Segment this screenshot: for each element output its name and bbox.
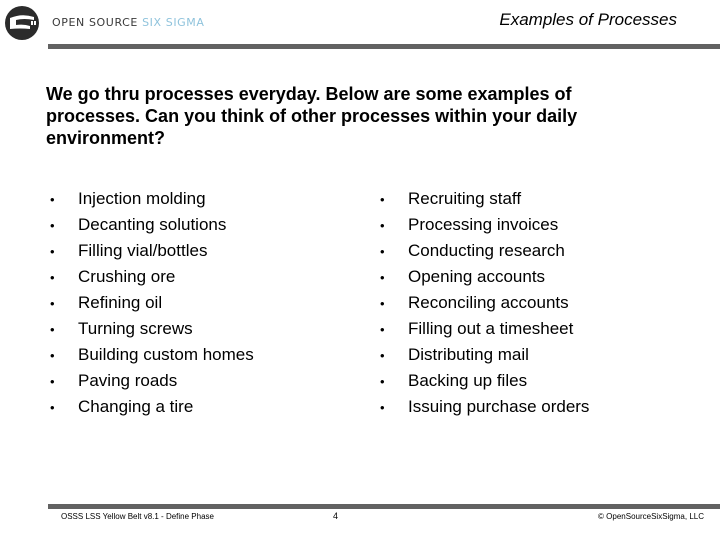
bullet-icon: • [380, 399, 385, 415]
list-item-text: Distributing mail [408, 345, 529, 364]
list-item-text: Recruiting staff [408, 189, 522, 208]
list-item-text: Filling out a timesheet [408, 319, 574, 338]
list-item: • Paving roads [50, 368, 254, 394]
list-item: • Changing a tire [50, 394, 254, 420]
bullet-icon: • [380, 347, 385, 363]
footer-copyright: © OpenSourceSixSigma, LLC [598, 512, 704, 521]
brand-name-part2: SIX SIGMA [142, 16, 205, 29]
list-item: • Issuing purchase orders [380, 394, 589, 420]
list-item: • Opening accounts [380, 264, 589, 290]
bullet-icon: • [380, 191, 385, 207]
bullet-icon: • [380, 295, 385, 311]
bullet-icon: • [380, 373, 385, 389]
bullet-icon: • [50, 295, 55, 311]
list-item-text: Refining oil [78, 293, 163, 312]
list-item-text: Issuing purchase orders [408, 397, 590, 416]
list-item-text: Filling vial/bottles [78, 241, 208, 260]
manufacturing-process-list: • Injection molding • Decanting solutions • F… [50, 186, 254, 420]
list-item: • Building custom homes [50, 342, 254, 368]
list-item-text: Paving roads [78, 371, 178, 390]
list-item: • Turning screws [50, 316, 254, 342]
list-item-text: Changing a tire [78, 397, 194, 416]
list-item: • Conducting research [380, 238, 589, 264]
footer-course-label: OSSS LSS Yellow Belt v8.1 - Define Phase [61, 512, 214, 521]
list-item: • Processing invoices [380, 212, 589, 238]
bullet-icon: • [380, 217, 385, 233]
list-item: • Filling out a timesheet [380, 316, 589, 342]
list-item-text: Processing invoices [408, 215, 559, 234]
bullet-icon: • [380, 243, 385, 259]
logo-icon [5, 6, 39, 40]
list-item: • Reconciling accounts [380, 290, 589, 316]
list-item: • Distributing mail [380, 342, 589, 368]
bullet-icon: • [50, 347, 55, 363]
header-divider [48, 44, 720, 49]
list-item: • Refining oil [50, 290, 254, 316]
bullet-icon: • [50, 191, 55, 207]
bullet-icon: • [380, 269, 385, 285]
list-item: • Injection molding [50, 186, 254, 212]
list-item-text: Crushing ore [78, 267, 176, 286]
bullet-icon: • [50, 373, 55, 389]
list-item-text: Turning screws [78, 319, 193, 338]
transactional-process-list: • Recruiting staff • Processing invoices • Co… [380, 186, 589, 420]
list-item-text: Backing up files [408, 371, 528, 390]
list-item-text: Building custom homes [78, 345, 254, 364]
list-item: • Backing up files [380, 368, 589, 394]
bullet-icon: • [50, 399, 55, 415]
list-item-text: Conducting research [408, 241, 565, 260]
list-item-text: Reconciling accounts [408, 293, 569, 312]
list-item: • Filling vial/bottles [50, 238, 254, 264]
bullet-icon: • [380, 321, 385, 337]
list-item-text: Injection molding [78, 189, 206, 208]
bullet-icon: • [50, 269, 55, 285]
list-item: • Decanting solutions [50, 212, 254, 238]
bullet-icon: • [50, 243, 55, 259]
footer-divider [48, 504, 720, 509]
intro-paragraph: We go thru processes everyday. Below are… [46, 84, 578, 148]
brand-name: OPEN SOURCE SIX SIGMA [52, 16, 205, 29]
slide-title: Examples of Processes [499, 10, 677, 29]
page-number: 4 [333, 511, 339, 521]
bullet-icon: • [50, 321, 55, 337]
list-item: • Crushing ore [50, 264, 254, 290]
bullet-icon: • [50, 217, 55, 233]
brand-name-part1: OPEN SOURCE [52, 16, 143, 29]
list-item-text: Decanting solutions [78, 215, 227, 234]
list-item-text: Opening accounts [408, 267, 546, 286]
list-item: • Recruiting staff [380, 186, 589, 212]
